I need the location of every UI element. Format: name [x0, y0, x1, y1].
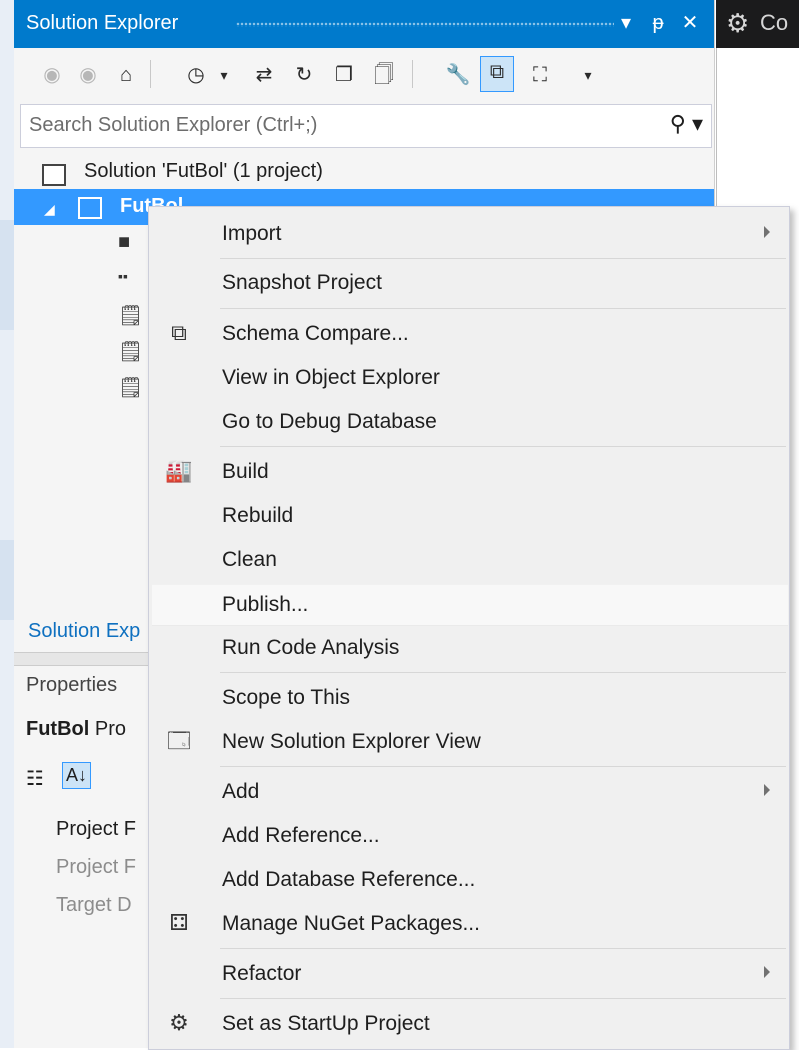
menu-separator [220, 258, 786, 259]
panel-title: Solution Explorer [26, 12, 179, 34]
pending-changes-filter-icon[interactable]: ◷ [182, 60, 210, 90]
edge-band [0, 540, 14, 620]
menu-item-add-reference[interactable]: Add Reference... [152, 816, 788, 856]
solution-icon [42, 164, 66, 186]
build-icon: 🏭 [165, 458, 193, 483]
chevron-down-icon[interactable]: ▾ [210, 60, 238, 90]
gear-icon: ⚙ [169, 1010, 189, 1035]
menu-item-refactor[interactable]: Refactor [152, 954, 788, 994]
menu-separator [220, 998, 786, 999]
properties-object-selector[interactable]: FutBol Pro [26, 718, 126, 741]
solution-explorer-titlebar: Solution Explorer ▾ ᵽ ✕ [14, 0, 714, 48]
solution-label: Solution 'FutBol' (1 project) [84, 160, 323, 182]
property-name[interactable]: Target D [56, 894, 132, 917]
back-icon[interactable]: ◉ [38, 60, 66, 90]
adjacent-window-tab[interactable]: ⚙ Co [716, 0, 799, 48]
tab-label: Solution Exp [28, 620, 141, 642]
menu-item-set-as-startup-project[interactable]: ⚙ Set as StartUp Project [152, 1004, 788, 1044]
close-button[interactable]: ✕ [678, 10, 702, 36]
show-all-files-icon[interactable]: 🗍 [370, 60, 398, 90]
menu-separator [220, 308, 786, 309]
menu-item-add[interactable]: Add [152, 772, 788, 812]
menu-item-view-in-object-explorer[interactable]: View in Object Explorer [152, 358, 788, 398]
menu-item-schema-compare[interactable]: ⧉ Schema Compare... [152, 314, 788, 354]
edge-band [0, 220, 14, 330]
menu-item-new-solution-explorer-view[interactable]: 🗔 New Solution Explorer View [152, 722, 788, 762]
submenu-arrow-icon [764, 784, 770, 796]
expand-arrow-icon[interactable]: ◢ [44, 201, 55, 218]
wrench-icon[interactable]: 🔧 [444, 60, 472, 90]
menu-separator [220, 672, 786, 673]
submenu-arrow-icon [764, 966, 770, 978]
submenu-arrow-icon [764, 226, 770, 238]
toolbar-separator [412, 60, 413, 88]
menu-item-publish[interactable]: Publish... [152, 584, 788, 626]
window-position-dropdown-button[interactable]: ▾ [614, 10, 638, 36]
menu-item-build[interactable]: 🏭 Build [152, 452, 788, 492]
toolbar-separator [150, 60, 151, 88]
schema-compare-icon: ⧉ [171, 320, 187, 345]
title-grip[interactable] [236, 22, 614, 27]
categorized-icon[interactable]: ☷ [26, 766, 44, 791]
home-icon[interactable]: ⌂ [112, 60, 140, 90]
search-placeholder: Search Solution Explorer (Ctrl+;) [29, 114, 318, 136]
preview-selected-items-icon[interactable]: ⧉ [480, 56, 514, 92]
menu-item-scope-to-this[interactable]: Scope to This [152, 678, 788, 718]
menu-separator [220, 948, 786, 949]
search-icon[interactable]: ⚲ ▾ [670, 111, 703, 137]
alphabetical-icon[interactable]: A↓ [62, 762, 92, 789]
database-project-icon [78, 197, 102, 219]
pin-button[interactable]: ᵽ [646, 10, 670, 36]
forward-icon[interactable]: ◉ [74, 60, 102, 90]
chevron-down-icon[interactable]: ▾ [574, 60, 602, 90]
new-view-icon: 🗔 [167, 728, 191, 753]
property-name[interactable]: Project F [56, 856, 136, 879]
property-name[interactable]: Project F [56, 818, 136, 841]
menu-item-manage-nuget-packages[interactable]: ⚃ Manage NuGet Packages... [152, 904, 788, 944]
object-name: FutBol [26, 718, 90, 740]
file-icon: 🗒 [118, 305, 144, 327]
tree-item-solution[interactable]: Solution 'FutBol' (1 project) [14, 154, 714, 190]
references-icon: ▪▪ [118, 268, 128, 284]
collapse-all-icon[interactable]: ❐ [330, 60, 358, 90]
left-edge [0, 0, 14, 1048]
refresh-icon[interactable]: ↻ [290, 60, 318, 90]
menu-separator [220, 446, 786, 447]
menu-item-import[interactable]: Import [152, 214, 788, 254]
menu-separator [220, 766, 786, 767]
object-type: Pro [94, 718, 126, 740]
search-input[interactable]: Search Solution Explorer (Ctrl+;) ⚲ ▾ [20, 104, 712, 148]
properties-title: Properties [26, 674, 118, 696]
sync-icon[interactable]: ⇄ [250, 60, 278, 90]
file-icon: 🗒 [118, 341, 144, 363]
menu-item-clean[interactable]: Clean [152, 540, 788, 580]
adjacent-window-title: Co [760, 10, 789, 35]
nuget-icon: ⚃ [169, 910, 189, 935]
class-view-icon[interactable]: ⛶ [526, 60, 554, 90]
properties-toolbar: ☷ A↓ [26, 760, 146, 800]
menu-item-add-database-reference[interactable]: Add Database Reference... [152, 860, 788, 900]
file-icon: 🗒 [118, 377, 144, 399]
gear-icon: ⚙ [726, 8, 750, 38]
menu-item-go-to-debug-database[interactable]: Go to Debug Database [152, 402, 788, 442]
menu-item-snapshot-project[interactable]: Snapshot Project [152, 263, 788, 303]
menu-item-run-code-analysis[interactable]: Run Code Analysis [152, 628, 788, 668]
folder-icon: ■ [118, 231, 131, 253]
menu-item-rebuild[interactable]: Rebuild [152, 496, 788, 536]
